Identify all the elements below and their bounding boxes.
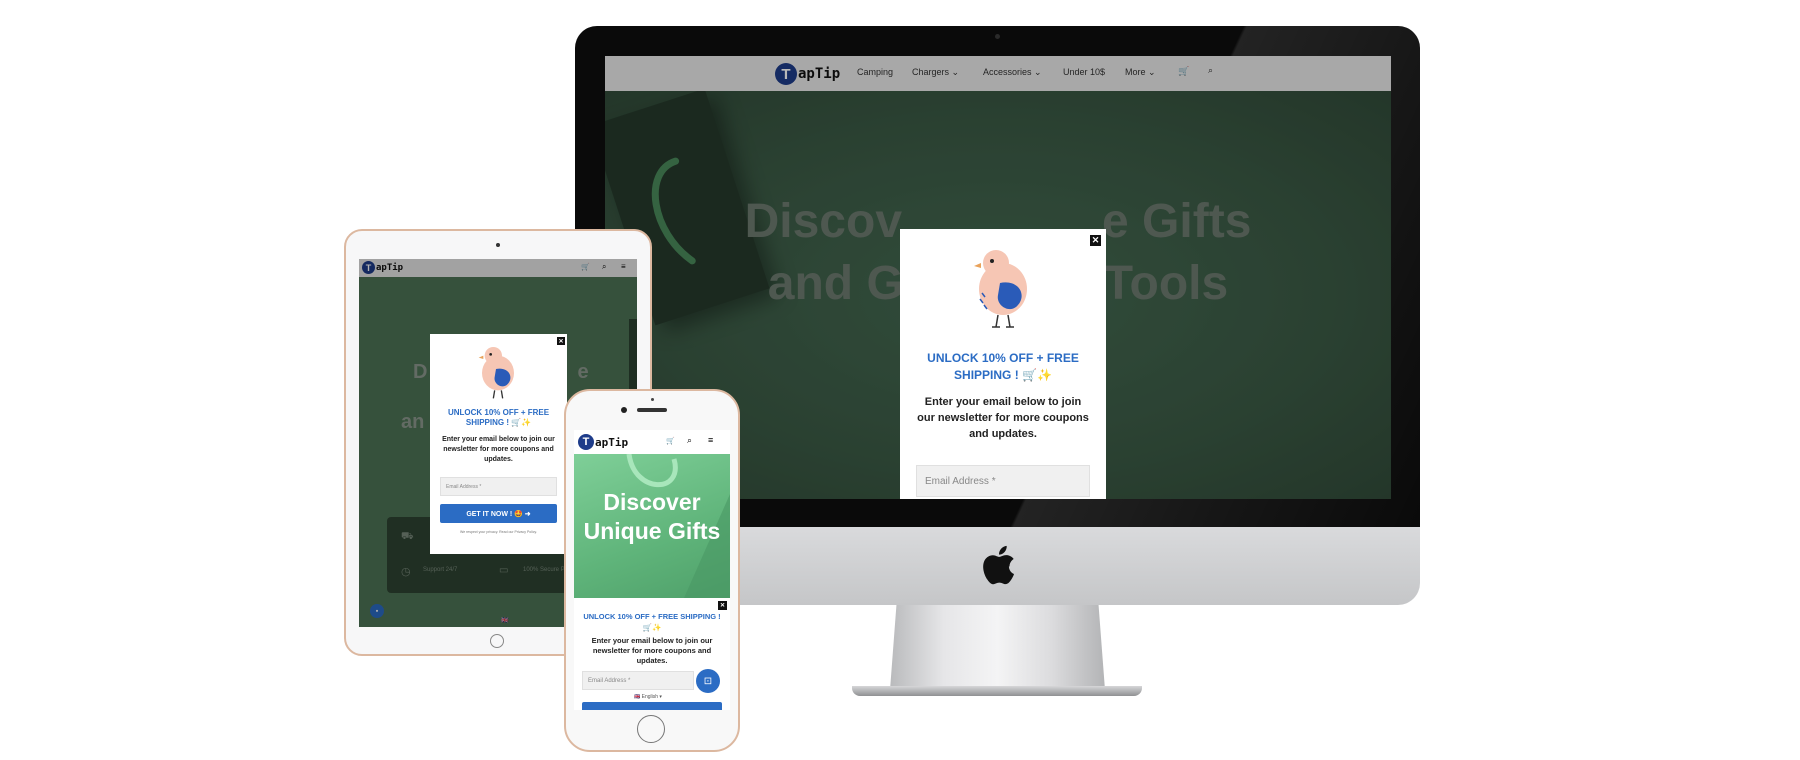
email-field[interactable]: Email Address * <box>440 477 557 496</box>
ipad-camera <box>496 243 500 247</box>
close-icon[interactable]: ✕ <box>1090 235 1101 246</box>
popup-heading: UNLOCK 10% OFF + FREE SHIPPING ! 🛒✨ <box>927 351 1079 382</box>
iphone-navbar: T apTip 🛒 ⌕ ≡ <box>574 430 730 454</box>
cart-icon[interactable]: 🛒 <box>666 437 675 445</box>
logo-circle-icon: T <box>578 434 594 450</box>
email-field[interactable]: Email Address * <box>582 671 694 690</box>
bird-mascot-icon <box>974 250 1027 328</box>
close-icon[interactable]: ✕ <box>718 601 727 610</box>
privacy-note: We respect your privacy. Read our Privac… <box>459 530 538 534</box>
email-field[interactable]: Email Address * <box>916 465 1090 497</box>
ipad-home-button <box>490 634 504 648</box>
iphone-screen: T apTip 🛒 ⌕ ≡ Discover Unique Gifts ✕ UN… <box>574 430 730 710</box>
iphone-camera <box>621 407 627 413</box>
iphone-home-button <box>637 715 665 743</box>
newsletter-popup: ✕ UNLOCK 10% OFF + FREE SHIPPING ! 🛒✨ En… <box>430 334 567 554</box>
apple-logo-icon <box>983 545 1014 585</box>
newsletter-popup: ✕ UNLOCK 10% OFF + FREE SHIPPING ! 🛒✨ En… <box>574 598 730 710</box>
search-icon[interactable]: ⌕ <box>687 435 692 446</box>
close-icon[interactable]: ✕ <box>557 337 565 345</box>
newsletter-popup: ✕ UNLOCK 10% OFF + FREE SHIPPING ! 🛒✨ En… <box>900 229 1106 499</box>
popup-subtext: Enter your email below to join our newsl… <box>442 436 555 463</box>
imac-camera <box>995 34 1000 39</box>
bird-mascot-icon <box>478 347 514 399</box>
get-it-now-button[interactable]: GET IT NOW ! 🤩 ➜ <box>440 504 557 523</box>
imac-stand-foot <box>852 686 1142 696</box>
popup-heading: UNLOCK 10% OFF + FREE SHIPPING ! 🛒✨ <box>583 612 721 632</box>
iphone-sensor <box>651 398 654 401</box>
popup-subtext: Enter your email below to join our newsl… <box>591 636 713 665</box>
imac-stand <box>890 605 1105 690</box>
popup-subtext: Enter your email below to join our newsl… <box>917 396 1089 440</box>
popup-heading: UNLOCK 10% OFF + FREE SHIPPING ! 🛒✨ <box>447 408 550 427</box>
hero-title: Discover Unique Gifts <box>583 489 721 544</box>
language-selector[interactable]: 🇬🇧 English ▾ <box>634 694 662 700</box>
iphone-speaker <box>637 408 667 412</box>
menu-icon[interactable]: ≡ <box>708 435 713 445</box>
logo-text: apTip <box>595 435 629 449</box>
get-it-now-button[interactable] <box>582 702 722 710</box>
site-logo[interactable]: T apTip <box>578 434 628 450</box>
lock-icon[interactable]: ⊡ <box>696 669 720 693</box>
